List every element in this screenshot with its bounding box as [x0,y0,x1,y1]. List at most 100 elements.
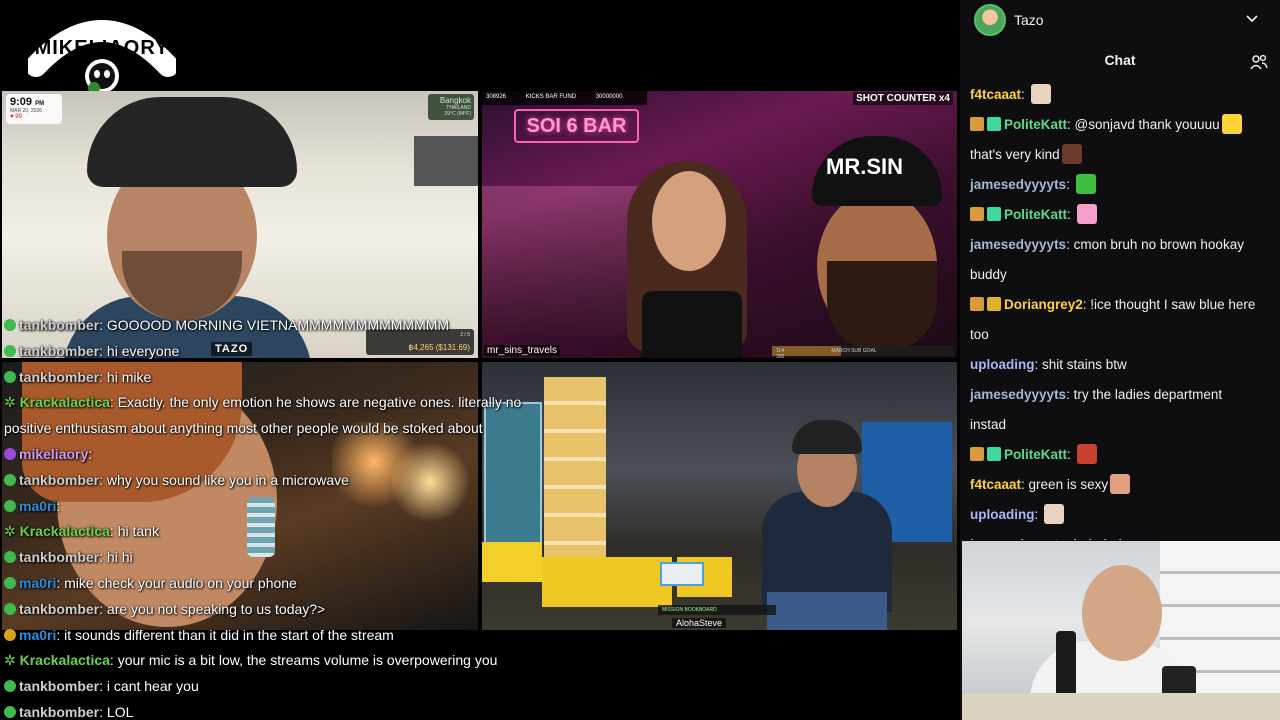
person-cap [87,97,297,187]
chat-message[interactable]: jamesedyyyyts: hahahaha [970,530,1134,540]
overlay-chat-message: : your mic is a bit low, the streams vol… [109,652,498,669]
person-face [1082,565,1162,661]
overlay-chat-username: tankbomber [19,704,100,720]
chat-message[interactable]: that's very kind [970,140,1084,170]
overlay-chat-line: tankbomber: hi hi [4,546,133,568]
budget-count: 2 / 5 [460,332,470,338]
gift-badge-icon [987,207,1001,221]
users-icon[interactable] [1250,54,1268,70]
overlay-chat-message: : hi everyone [99,342,180,359]
chat-message[interactable]: instad [970,410,1006,440]
gift-badge-icon [987,297,1001,311]
weather-temp: 29°C (84°F) [444,111,471,117]
overlay-chat-line: mikeliaory: [4,443,92,465]
woman-top [642,291,742,358]
overlay-chat-message: : mike check your audio on your phone [56,575,297,591]
streamer-tag: TAZO [211,342,253,356]
overlay-chat-line: positive enthusiasm about anything most … [4,417,483,439]
yellow-badge-icon [4,628,16,641]
video-tile-aloha-steve[interactable]: MISSION BOOKBOARD AlohaSteve [482,362,957,630]
chat-username[interactable]: f4tcaaat [970,87,1021,102]
overlay-chat-username: tankbomber [19,471,100,488]
chat-message[interactable]: buddy [970,260,1007,290]
chat-message[interactable]: too [970,320,989,350]
green-badge-icon [4,344,16,357]
chat-username[interactable]: jamesedyyyyts [970,537,1066,540]
mission-bar: MISSION BOOKBOARD [658,605,776,615]
chat-username[interactable]: jamesedyyyyts [970,177,1066,192]
weather-city: Bangkok [439,96,471,105]
overlay-chat-username: tankbomber [19,549,100,566]
chat-username[interactable]: jamesedyyyyts [970,237,1066,252]
overlay-chat-line: tankbomber: GOOOOD MORNING VIETNAMMMMMMM… [4,314,449,336]
chat-message[interactable]: jamesedyyyyts: cmon bruh no brown hookay [970,230,1244,260]
kick-username: AlohaSteve [672,618,727,628]
chat-message[interactable]: f4tcaaat: green is sexy [970,470,1132,500]
kick-username: mr_sins_travels [484,345,561,356]
chat-username[interactable]: jamesedyyyyts [970,387,1066,402]
man-beanie [792,420,862,454]
logo-text: MIKELIAORY [35,37,170,59]
chat-separator: : [1067,117,1075,132]
chat-username[interactable]: f4tcaaat [970,477,1021,492]
yellow-table [542,557,672,607]
account-switcher[interactable]: Tazo [974,4,1044,36]
overlay-chat-message: : why you sound like you in a microwave [99,471,349,488]
man-cap: MR.SIN [812,136,942,206]
chat-username[interactable]: uploading [970,357,1035,372]
chat-username[interactable]: Doriangrey2 [1004,297,1083,312]
green-badge-icon [4,473,16,486]
chat-text: buddy [970,267,1007,282]
chat-message[interactable]: jamesedyyyyts: try the ladies department [970,380,1222,410]
overlay-chat-line: tankbomber: are you not speaking to us t… [4,598,325,620]
chat-separator: : [1066,537,1074,540]
chat-text: shit stains btw [1042,357,1127,372]
chat-text: too [970,327,989,342]
overlay-chat-line: ✲ Krackalactica: hi tank [4,520,159,542]
chat-message[interactable]: uploading: shit stains btw [970,350,1127,380]
overlay-chat-message: : it sounds different than it did in the… [56,626,394,643]
chat-message[interactable]: uploading: [970,500,1066,530]
menu-board [544,377,606,577]
chat-message[interactable]: PoliteKatt: [970,440,1099,470]
overlay-chat-line: tankbomber: hi everyone [4,340,179,362]
overlay-chat-line: tankbomber: i cant hear you [4,675,199,697]
clock-widget: 9:09 PM MAR 20, 2026 ♥ 99 [6,94,62,124]
chat-message[interactable]: jamesedyyyyts: [970,170,1098,200]
chat-username[interactable]: PoliteKatt [1004,207,1067,222]
chat-username[interactable]: uploading [970,507,1035,522]
chat-username[interactable]: PoliteKatt [1004,447,1067,462]
chat-separator: : [1067,447,1075,462]
chat-separator: : [1066,387,1074,402]
budget-value: ฿4,265 ($131.69) [408,343,470,352]
chat-separator: : [1067,207,1075,222]
chat-message[interactable]: PoliteKatt: [970,200,1099,230]
chat-username[interactable]: PoliteKatt [1004,117,1067,132]
background-sign [414,136,478,186]
overlay-chat-line: ma0ri: it sounds different than it did i… [4,624,394,646]
overlay-chat-line: tankbomber: why you sound like you in a … [4,469,349,491]
video-tile-mr-sins[interactable]: SOI 6 BAR 308926 KICKS BAR FUND 30000000… [482,91,957,358]
overlay-chat-username: tankbomber [19,317,100,333]
star-badge-icon: ✲ [4,523,20,540]
chat-message[interactable]: PoliteKatt: @sonjavd thank youuuu [970,110,1244,140]
overlay-chat-username: ma0ri [19,575,57,591]
chat-message[interactable]: Doriangrey2: !ice thought I saw blue her… [970,290,1255,320]
overlay-chat-line: ✲ Krackalactica: your mic is a bit low, … [4,649,497,671]
yellow-table [482,542,542,582]
chat-separator: : [1021,477,1029,492]
chat-log[interactable]: f4tcaaat: PoliteKatt: @sonjavd thank you… [960,80,1280,540]
overlay-chat-line: tankbomber: LOL [4,701,133,720]
chat-title: Chat [1104,52,1136,68]
chat-message[interactable]: f4tcaaat: [970,80,1053,110]
keyboard [962,693,1280,720]
overlay-chat-line: tankbomber: hi mike [4,366,151,388]
chevron-down-icon[interactable] [1246,12,1258,24]
green-badge-icon [4,370,16,383]
fund-right: 30000000 [595,94,623,100]
cap-text: MR.SIN [826,154,903,179]
overlay-chat-username: Krackalactica [19,394,110,411]
overlay-chat-message: : [88,446,93,462]
bottle [1056,631,1076,701]
chat-separator: : [1034,357,1043,372]
